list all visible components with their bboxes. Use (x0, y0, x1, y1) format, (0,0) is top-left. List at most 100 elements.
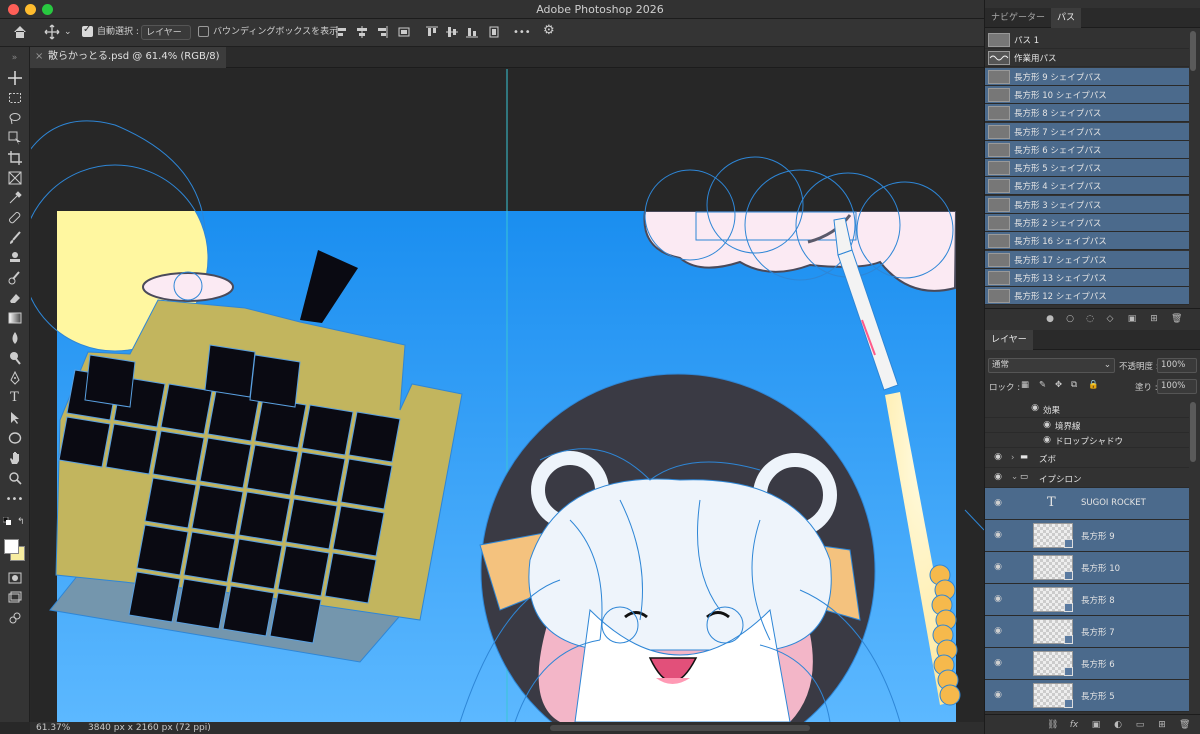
link-icon[interactable]: ⛓ (1047, 720, 1058, 730)
eye-icon[interactable]: ◉ (992, 562, 1004, 572)
toolbar-collapse-icon[interactable]: » (6, 49, 23, 66)
layer-row-shape[interactable]: ◉ 長方形 10 (985, 552, 1189, 584)
path-row[interactable]: 作業用パス (985, 49, 1189, 68)
fill-field[interactable]: 100% (1157, 379, 1197, 394)
pen-tool-icon[interactable] (6, 369, 23, 386)
eraser-tool-icon[interactable] (6, 289, 23, 306)
tab-layers[interactable]: レイヤー (985, 330, 1033, 350)
close-tab-icon[interactable]: × (35, 47, 43, 67)
path-row[interactable]: 長方形 10 シェイプパス (985, 85, 1189, 104)
lock-artboard-icon[interactable]: ⧉ (1071, 380, 1077, 390)
eye-icon[interactable]: ◉ (1041, 420, 1053, 430)
dodge-tool-icon[interactable] (6, 349, 23, 366)
distribute-vertical-icon[interactable] (487, 25, 501, 39)
ellipse-tool-icon[interactable] (6, 429, 23, 446)
extras-icon[interactable] (6, 609, 23, 626)
gradient-tool-icon[interactable] (6, 309, 23, 326)
eye-icon[interactable]: ◉ (992, 690, 1004, 700)
add-mask-icon[interactable]: ▣ (1091, 720, 1101, 730)
eye-icon[interactable]: ◉ (992, 498, 1004, 508)
lock-all-icon[interactable]: 🔒 (1088, 380, 1099, 390)
path-selection-tool-icon[interactable] (6, 409, 23, 426)
layer-effect-item[interactable]: ◉ 境界線 (985, 418, 1189, 433)
new-layer-icon[interactable]: ⊞ (1157, 720, 1167, 730)
trash-icon[interactable]: 🗑 (1171, 314, 1182, 324)
zoom-level[interactable]: 61.37% (36, 722, 70, 734)
auto-select-target-dropdown[interactable]: レイヤー ⌄ (141, 25, 191, 53)
swap-colors-icon[interactable]: ↰ (17, 517, 25, 527)
distribute-icon[interactable] (397, 25, 411, 39)
path-row[interactable]: 長方形 5 シェイプパス (985, 159, 1189, 178)
layer-group-row[interactable]: ◉ ⌄ ▭ イプシロン (985, 468, 1189, 488)
path-row[interactable]: 長方形 16 シェイプパス (985, 232, 1189, 251)
fill-path-icon[interactable]: ● (1045, 314, 1055, 324)
layer-row-text[interactable]: ◉ T SUGOI ROCKET (985, 488, 1189, 520)
foreground-color-swatch[interactable] (4, 539, 19, 554)
lock-transparency-icon[interactable]: ▦ (1021, 380, 1029, 390)
home-icon[interactable] (12, 24, 28, 39)
default-colors-icon[interactable] (2, 516, 11, 525)
path-row[interactable]: 長方形 3 シェイプパス (985, 195, 1189, 214)
layer-row-shape[interactable]: ◉ 長方形 8 (985, 584, 1189, 616)
align-hcenter-icon[interactable] (355, 25, 369, 39)
trash-icon[interactable]: 🗑 (1179, 720, 1190, 730)
blur-tool-icon[interactable] (6, 329, 23, 346)
layer-row-shape[interactable]: ◉ 長方形 7 (985, 616, 1189, 648)
new-group-icon[interactable]: ▭ (1135, 720, 1145, 730)
layer-row-shape[interactable]: ◉ 長方形 9 (985, 520, 1189, 552)
gear-icon[interactable]: ⚙ (543, 23, 555, 38)
blend-mode-dropdown[interactable]: 通常 ⌄ (988, 358, 1115, 373)
crop-tool-icon[interactable] (6, 149, 23, 166)
path-row[interactable]: 長方形 4 シェイプパス (985, 177, 1189, 196)
horizontal-scrollbar[interactable] (550, 725, 810, 731)
path-row[interactable]: 長方形 9 シェイプパス (985, 67, 1189, 86)
load-selection-icon[interactable]: ◌ (1085, 314, 1095, 324)
eye-icon[interactable]: ◉ (1029, 403, 1041, 413)
tab-paths[interactable]: パス (1051, 8, 1082, 28)
layer-effects-row[interactable]: ◉ 効果 (985, 400, 1189, 418)
layers-scrollbar[interactable] (1190, 402, 1196, 462)
eye-icon[interactable]: ◉ (992, 472, 1004, 482)
path-row[interactable]: 長方形 6 シェイプパス (985, 140, 1189, 159)
lock-position-icon[interactable]: ✥ (1055, 380, 1062, 390)
type-tool-icon[interactable]: T (6, 389, 23, 406)
show-bbox-checkbox[interactable] (198, 26, 209, 37)
zoom-tool-icon[interactable] (6, 469, 23, 486)
layer-effect-item[interactable]: ◉ ドロップシャドウ (985, 433, 1189, 448)
document-tab[interactable]: × 散らかっとる.psd @ 61.4% (RGB/8) * (30, 47, 226, 82)
more-options-button[interactable]: ••• (513, 25, 531, 40)
layer-row-shape[interactable]: ◉ 長方形 6 (985, 648, 1189, 680)
more-tools-icon[interactable]: ••• (6, 491, 24, 508)
move-tool-preset-icon[interactable] (44, 24, 60, 40)
path-row[interactable]: 長方形 13 シェイプパス (985, 268, 1189, 287)
brush-tool-icon[interactable] (6, 229, 23, 246)
opacity-field[interactable]: 100% (1157, 358, 1197, 373)
eye-icon[interactable]: ◉ (1041, 435, 1053, 445)
new-path-icon[interactable]: ⊞ (1149, 314, 1159, 324)
adjustment-layer-icon[interactable]: ◐ (1113, 720, 1123, 730)
make-work-path-icon[interactable]: ◇ (1105, 314, 1115, 324)
align-bottom-icon[interactable] (465, 25, 479, 39)
canvas-area[interactable] (31, 69, 984, 722)
artwork-canvas[interactable] (31, 69, 984, 722)
layer-row-shape[interactable]: ◉ 長方形 5 (985, 680, 1189, 712)
align-right-icon[interactable] (375, 25, 389, 39)
align-left-icon[interactable] (335, 25, 349, 39)
path-row[interactable]: パス 1 (985, 31, 1189, 49)
layer-group-row[interactable]: ◉ › ▬ ズボ (985, 448, 1189, 468)
add-mask-icon[interactable]: ▣ (1127, 314, 1137, 324)
eyedropper-tool-icon[interactable] (6, 189, 23, 206)
stamp-tool-icon[interactable] (6, 249, 23, 266)
history-brush-tool-icon[interactable] (6, 269, 23, 286)
auto-select-checkbox[interactable] (82, 24, 93, 37)
quick-mask-icon[interactable] (6, 569, 23, 586)
chevron-down-icon[interactable]: ⌄ (1011, 472, 1018, 482)
chevron-right-icon[interactable]: › (1011, 453, 1014, 463)
lasso-tool-icon[interactable] (6, 109, 23, 126)
stroke-path-icon[interactable]: ○ (1065, 314, 1075, 324)
eye-icon[interactable]: ◉ (992, 626, 1004, 636)
hand-tool-icon[interactable] (6, 449, 23, 466)
eye-icon[interactable]: ◉ (992, 594, 1004, 604)
path-row[interactable]: 長方形 8 シェイプパス (985, 104, 1189, 123)
object-select-tool-icon[interactable] (6, 129, 23, 146)
